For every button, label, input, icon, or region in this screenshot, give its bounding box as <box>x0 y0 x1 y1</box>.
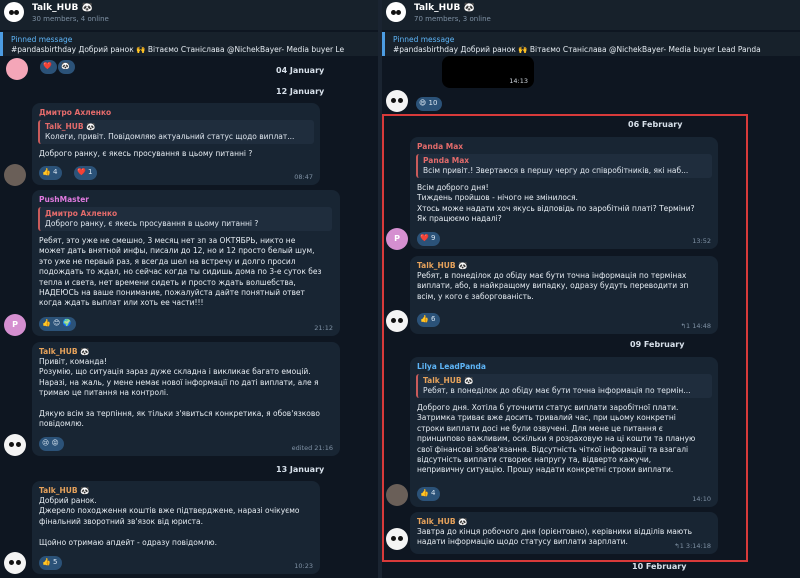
sender-name[interactable]: Talk_HUB 🐼 <box>39 486 90 495</box>
message-text: Ребят, это уже не смешно, 3 месяц нет зп… <box>39 236 322 308</box>
message-bubble[interactable]: Дмитро Ахленко Talk_HUB 🐼 Колеги, привіт… <box>32 103 320 185</box>
pinned-label: Pinned message <box>393 35 455 44</box>
sender-name[interactable]: Talk_HUB 🐼 <box>417 261 468 270</box>
message-time: 14:13 <box>509 77 528 85</box>
date-separator: 04 January <box>276 66 325 75</box>
message-bubble[interactable]: Talk_HUB 🐼 Добрий ранок. Джерело походжен… <box>32 481 320 574</box>
quote-text: Доброго ранку, є якесь просування в цьом… <box>45 219 259 228</box>
avatar[interactable]: P <box>4 314 26 336</box>
avatar[interactable] <box>4 164 26 186</box>
avatar[interactable] <box>386 528 408 550</box>
avatar[interactable] <box>4 434 26 456</box>
chat-header[interactable]: Talk_HUB 🐼 70 members, 3 online <box>382 0 800 30</box>
message-text: Всім доброго дня! Тиждень пройшов - нічог… <box>417 183 695 224</box>
message-text: Доброго дня. Хотіла б уточнити статус ви… <box>417 403 696 475</box>
avatar[interactable]: P <box>386 228 408 250</box>
reaction-heart[interactable]: ❤️ <box>40 60 57 74</box>
reaction-laugh[interactable]: 😄 10 <box>416 97 443 111</box>
avatar[interactable] <box>386 484 408 506</box>
reply-quote[interactable]: Дмитро Ахленко Доброго ранку, є якесь пр… <box>38 207 332 231</box>
date-separator: 12 January <box>276 87 325 96</box>
message-time: ↰1 14:48 <box>680 322 711 330</box>
avatar[interactable] <box>6 58 28 80</box>
reaction-heart[interactable]: ❤️ 1 <box>74 166 98 180</box>
pinned-message[interactable]: Pinned message #pandasbirthday Добрий ра… <box>0 32 378 56</box>
sender-name[interactable]: Talk_HUB 🐼 <box>39 347 90 356</box>
reaction-like[interactable]: 👍 4 <box>39 166 63 180</box>
message-bubble[interactable]: PushMaster Дмитро Ахленко Доброго ранку,… <box>32 190 340 336</box>
sender-name[interactable]: Panda Max <box>417 142 463 151</box>
quote-text: Ребят, в понеділок до обіду має бути точ… <box>423 386 691 395</box>
message-time: edited 21:16 <box>291 444 333 452</box>
reply-quote[interactable]: Panda Max Всім привіт.! Звертаюся в перш… <box>416 154 712 178</box>
date-separator: 13 January <box>276 465 325 474</box>
message-bubble[interactable]: Lilya LeadPanda Talk_HUB 🐼 Ребят, в поне… <box>410 357 718 507</box>
group-avatar[interactable] <box>4 2 24 22</box>
avatar[interactable] <box>386 90 408 112</box>
quote-sender: Panda Max <box>423 156 470 165</box>
reply-quote[interactable]: Talk_HUB 🐼 Ребят, в понеділок до обіду м… <box>416 374 712 398</box>
message-text: Ребят, в понеділок до обіду має бути точ… <box>417 271 689 301</box>
quote-sender: Дмитро Ахленко <box>45 209 118 218</box>
quote-text: Всім привіт.! Звертаюся в першу чергу до… <box>423 166 689 175</box>
sender-name[interactable]: Talk_HUB 🐼 <box>417 517 468 526</box>
quote-sender: Talk_HUB 🐼 <box>45 122 96 131</box>
quote-text: Колеги, привіт. Повідомляю актуальний ст… <box>45 132 295 141</box>
reply-quote[interactable]: Talk_HUB 🐼 Колеги, привіт. Повідомляю ак… <box>38 120 314 144</box>
message-bubble[interactable]: Talk_HUB 🐼 Привіт, команда! Розумію, що с… <box>32 342 340 456</box>
message-bubble[interactable]: Talk_HUB 🐼 Завтра до кінця робочого дня … <box>410 512 718 554</box>
reaction-panda[interactable]: 🐼 <box>58 60 75 74</box>
pinned-message[interactable]: Pinned message #pandasbirthday Добрий ра… <box>382 32 800 56</box>
chat-title: Talk_HUB 🐼 <box>32 3 93 13</box>
reactions[interactable]: 👍 😊 🌍 <box>39 317 77 331</box>
chat-pane-left: Talk_HUB 🐼 30 members, 4 online Pinned m… <box>0 0 378 578</box>
chat-header[interactable]: Talk_HUB 🐼 30 members, 4 online <box>0 0 378 30</box>
reactions[interactable]: 😢 😡 <box>39 437 64 451</box>
pinned-text: #pandasbirthday Добрий ранок 🙌 Вітаємо С… <box>393 45 761 54</box>
chat-subtitle: 30 members, 4 online <box>32 15 109 23</box>
avatar[interactable] <box>386 310 408 332</box>
message-text: Завтра до кінця робочого дня (орієнтовно… <box>417 527 693 547</box>
reaction-like[interactable]: 👍 6 <box>417 313 441 327</box>
group-avatar[interactable] <box>386 2 406 22</box>
message-time: 10:23 <box>294 562 313 570</box>
sender-name[interactable]: Дмитро Ахленко <box>39 108 111 117</box>
reaction-like[interactable]: 👍 4 <box>417 487 441 501</box>
avatar[interactable] <box>4 552 26 574</box>
message-text: Привіт, команда! Розумію, що ситуація зар… <box>39 357 320 429</box>
sender-name[interactable]: Lilya LeadPanda <box>417 362 486 371</box>
message-time: 08:47 <box>294 173 313 181</box>
message-bubble[interactable]: Panda Max Panda Max Всім привіт.! Зверта… <box>410 137 718 249</box>
date-separator: 09 February <box>630 340 685 349</box>
reaction-like[interactable]: 👍 5 <box>39 556 63 570</box>
pinned-label: Pinned message <box>11 35 73 44</box>
message-text: Доброго ранку, є якесь просування в цьом… <box>39 149 253 158</box>
message-time: 13:52 <box>692 237 711 245</box>
media-message[interactable]: 14:13 <box>442 56 534 88</box>
pinned-text: #pandasbirthday Добрий ранок 🙌 Вітаємо С… <box>11 45 345 54</box>
chat-title: Talk_HUB 🐼 <box>414 3 475 13</box>
reaction-heart[interactable]: ❤️ 9 <box>417 232 441 246</box>
chat-subtitle: 70 members, 3 online <box>414 15 491 23</box>
message-time: 14:10 <box>692 495 711 503</box>
message-bubble[interactable]: Talk_HUB 🐼 Ребят, в понеділок до обіду м… <box>410 256 718 334</box>
message-time: 21:12 <box>314 324 333 332</box>
date-separator: 06 February <box>628 120 683 129</box>
message-text: Добрий ранок. Джерело походження коштів в… <box>39 496 300 547</box>
date-separator: 10 February <box>632 562 687 571</box>
sender-name[interactable]: PushMaster <box>39 195 89 204</box>
message-time: ↰1 3:14:18 <box>674 542 711 550</box>
quote-sender: Talk_HUB 🐼 <box>423 376 474 385</box>
